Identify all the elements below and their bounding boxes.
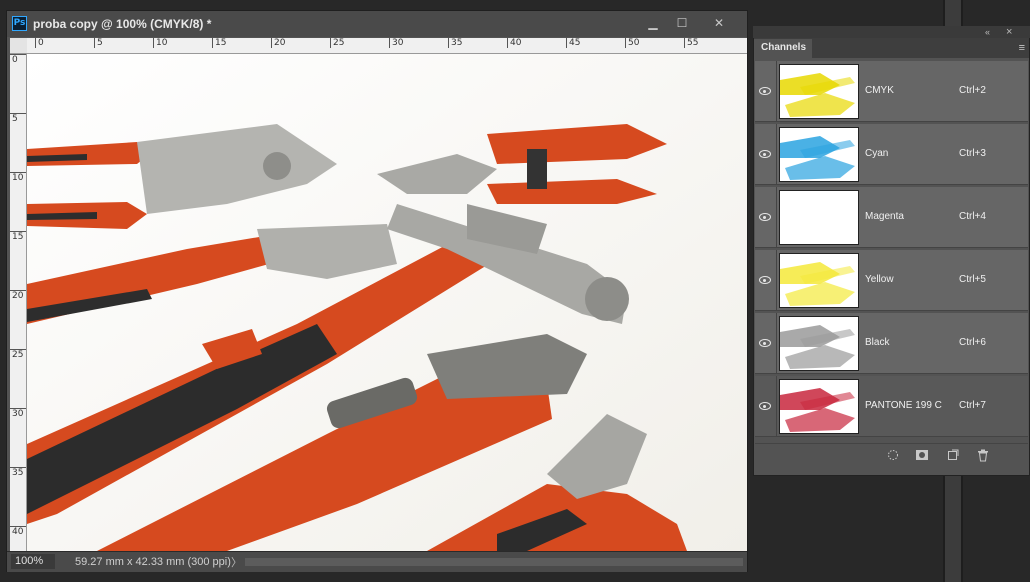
- channel-shortcut: Ctrl+2: [959, 85, 986, 96]
- close-button[interactable]: ✕: [705, 13, 733, 33]
- document-dimensions: 59.27 mm x 42.33 mm (300 ppi): [75, 556, 231, 568]
- channel-name: Magenta: [865, 211, 904, 222]
- visibility-toggle[interactable]: [755, 250, 777, 311]
- channel-shortcut: Ctrl+4: [959, 211, 986, 222]
- channel-shortcut: Ctrl+3: [959, 148, 986, 159]
- trash-icon[interactable]: [977, 449, 989, 465]
- channel-row-magenta[interactable]: Magenta Ctrl+4: [755, 187, 1028, 248]
- eye-icon[interactable]: [759, 87, 771, 95]
- ruler-top-tick: 0: [35, 38, 44, 48]
- visibility-toggle[interactable]: [755, 61, 777, 122]
- eye-icon[interactable]: [759, 213, 771, 221]
- ruler-top-tick: 35: [448, 38, 462, 48]
- photoshop-icon: Ps: [12, 16, 27, 31]
- ruler-top-tick: 40: [507, 38, 521, 48]
- channel-row-cyan[interactable]: Cyan Ctrl+3: [755, 124, 1028, 185]
- channel-row-cmyk[interactable]: CMYK Ctrl+2: [755, 61, 1028, 122]
- close-panel-icon[interactable]: ×: [1006, 26, 1012, 38]
- ruler-top-tick: 45: [566, 38, 580, 48]
- ruler-left-tick: 35: [10, 467, 26, 478]
- document-window: Ps proba copy @ 100% (CMYK/8) * ▁ ☐ ✕ 0 5…: [6, 10, 748, 572]
- document-canvas[interactable]: [27, 54, 747, 551]
- channel-row-yellow[interactable]: Yellow Ctrl+5: [755, 250, 1028, 311]
- eye-icon[interactable]: [759, 339, 771, 347]
- visibility-toggle[interactable]: [755, 124, 777, 185]
- channel-thumbnail: [779, 64, 859, 119]
- eye-icon[interactable]: [759, 276, 771, 284]
- tools-photo: [27, 54, 747, 551]
- ruler-left-tick: 10: [10, 172, 26, 183]
- channel-row-black[interactable]: Black Ctrl+6: [755, 313, 1028, 374]
- horizontal-ruler[interactable]: 0 5 10 15 20 25 30 35 40 45 50 55: [27, 38, 747, 54]
- channel-row-pantone-199-c[interactable]: PANTONE 199 C Ctrl+7: [755, 376, 1028, 437]
- ruler-left-tick: 20: [10, 290, 26, 301]
- mask-icon[interactable]: [915, 449, 929, 464]
- channel-thumbnail: [779, 127, 859, 182]
- visibility-toggle[interactable]: [755, 376, 777, 437]
- ruler-left-tick: 25: [10, 349, 26, 360]
- dotted-circle-icon[interactable]: [887, 449, 899, 464]
- ruler-left-tick: 5: [10, 113, 26, 124]
- ruler-left-tick: 15: [10, 231, 26, 242]
- ruler-top-tick: 30: [389, 38, 403, 48]
- channel-name: CMYK: [865, 85, 894, 96]
- channel-thumbnail: [779, 379, 859, 434]
- channel-name: Yellow: [865, 274, 894, 285]
- status-menu-arrow-icon[interactable]: 〉: [231, 554, 242, 570]
- ruler-top-tick: 10: [153, 38, 167, 48]
- ruler-origin[interactable]: [10, 38, 28, 54]
- channel-name: Cyan: [865, 148, 889, 159]
- ruler-top-tick: 5: [94, 38, 103, 48]
- eye-icon[interactable]: [759, 150, 771, 158]
- visibility-toggle[interactable]: [755, 313, 777, 374]
- ruler-left-tick: 0: [10, 54, 26, 65]
- maximize-button[interactable]: ☐: [668, 13, 696, 33]
- ruler-left-tick: 30: [10, 408, 26, 419]
- channel-shortcut: Ctrl+5: [959, 274, 986, 285]
- minimize-button[interactable]: ▁: [639, 13, 667, 33]
- visibility-toggle[interactable]: [755, 187, 777, 248]
- document-titlebar[interactable]: Ps proba copy @ 100% (CMYK/8) * ▁ ☐ ✕: [7, 11, 747, 37]
- eye-icon[interactable]: [759, 402, 771, 410]
- ruler-top-tick: 50: [625, 38, 639, 48]
- ruler-top-tick: 55: [684, 38, 698, 48]
- channel-thumbnail: [779, 253, 859, 308]
- channel-thumbnail: [779, 316, 859, 371]
- collapse-panel-icon[interactable]: «: [985, 27, 990, 37]
- channel-name: PANTONE 199 C: [865, 400, 942, 411]
- panel-menu-icon[interactable]: ≡: [1019, 42, 1025, 54]
- status-bar: 100% 59.27 mm x 42.33 mm (300 ppi) 〉: [7, 551, 747, 572]
- channel-shortcut: Ctrl+7: [959, 400, 986, 411]
- new-channel-icon[interactable]: [947, 449, 959, 464]
- ruler-top-tick: 25: [330, 38, 344, 48]
- tab-channels[interactable]: Channels: [754, 39, 812, 58]
- ruler-top-tick: 20: [271, 38, 285, 48]
- zoom-level-field[interactable]: 100%: [11, 554, 55, 569]
- ruler-left-tick: 40: [10, 526, 26, 537]
- document-title: proba copy @ 100% (CMYK/8) *: [33, 17, 212, 31]
- horizontal-scrollbar[interactable]: [245, 558, 743, 566]
- panel-tab-bar: Channels ≡: [754, 38, 1029, 58]
- channels-footer: [755, 443, 1028, 468]
- vertical-ruler[interactable]: 0 5 10 15 20 25 30 35 40: [10, 54, 27, 551]
- channel-name: Black: [865, 337, 890, 348]
- channel-thumbnail: [779, 190, 859, 245]
- channel-shortcut: Ctrl+6: [959, 337, 986, 348]
- ruler-top-tick: 15: [212, 38, 226, 48]
